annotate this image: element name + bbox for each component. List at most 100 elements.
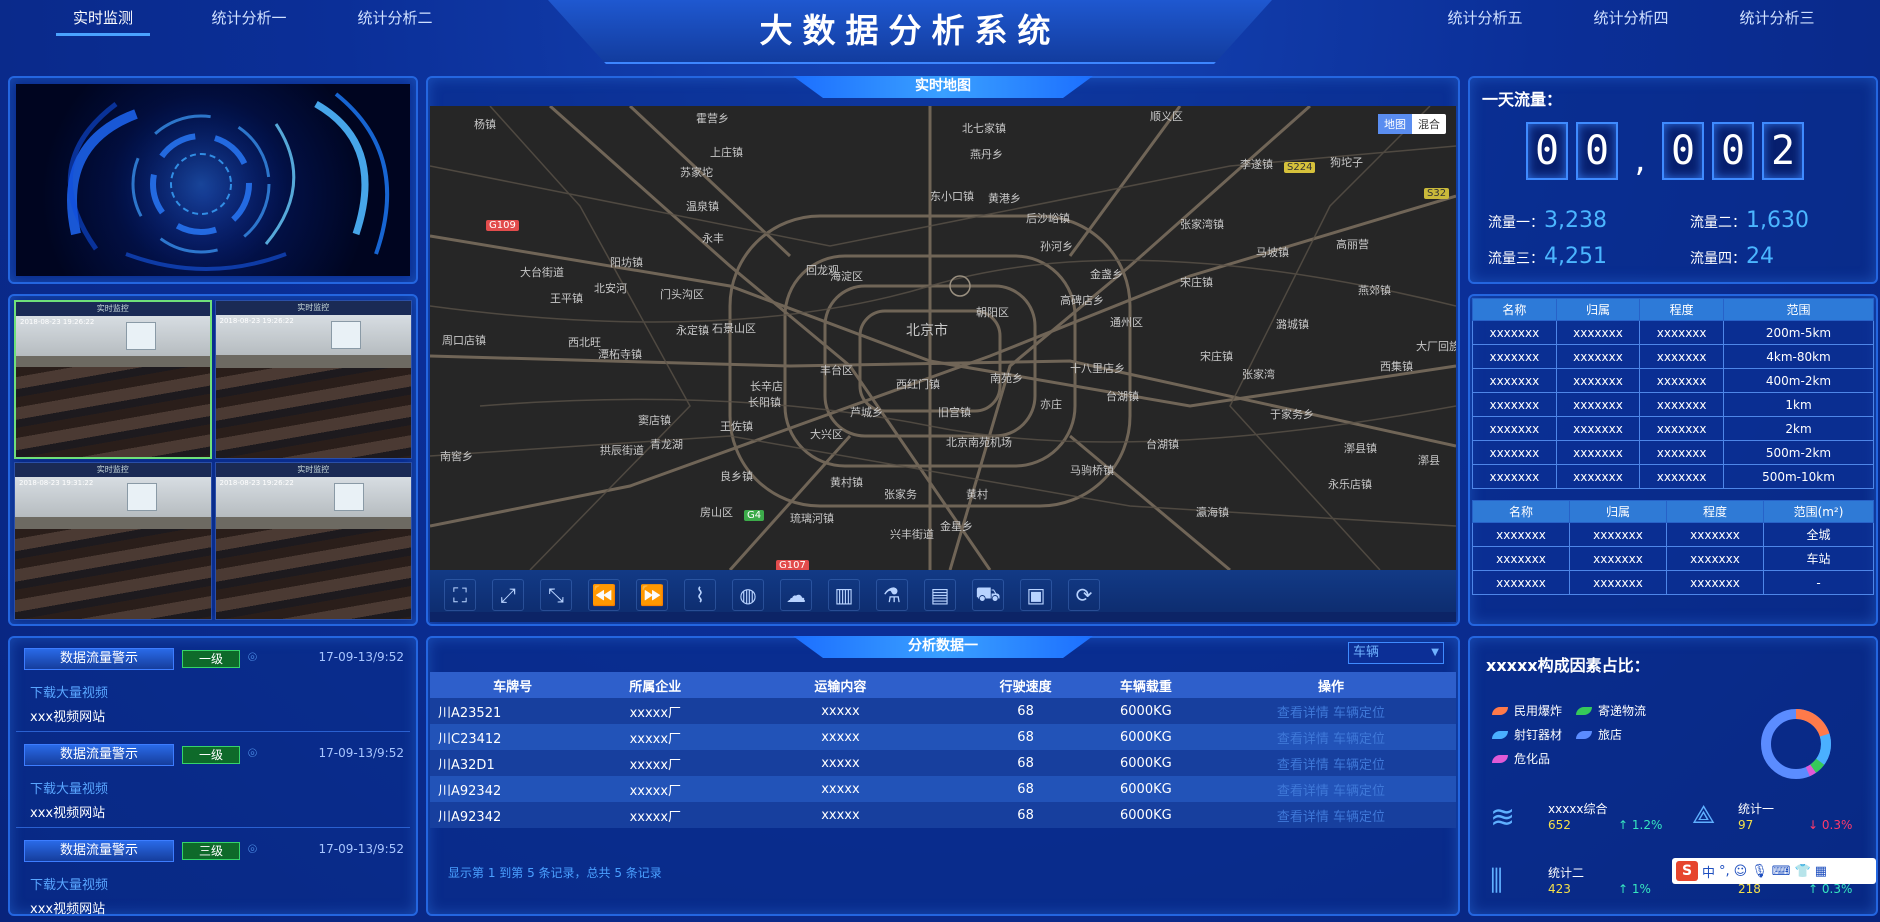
map-label: 潭柘寺镇: [598, 348, 642, 361]
nav-stats-4[interactable]: 统计分析四: [1558, 0, 1704, 36]
cell-speed: 68: [965, 698, 1086, 724]
col-load: 车辆载重: [1085, 672, 1206, 698]
map-label: 西北旺: [568, 336, 601, 349]
nav-stats-5[interactable]: 统计分析五: [1412, 0, 1558, 36]
map-label: 青龙湖: [650, 438, 683, 451]
alert-time: 17-09-13/9:52: [318, 746, 404, 760]
emoji-icon[interactable]: ☺: [1734, 864, 1748, 879]
alert-title-button[interactable]: 数据流量警示: [24, 840, 174, 862]
col-cargo: 运输内容: [715, 672, 966, 698]
table-row: 川C23412 xxxxx厂 xxxxx 68 6000KG 查看详情 车辆定位: [430, 724, 1456, 750]
building-icon[interactable]: ▥: [828, 579, 860, 611]
alert-title-button[interactable]: 数据流量警示: [24, 648, 174, 670]
rewind-icon[interactable]: ⏪: [588, 579, 620, 611]
camera-title: 实时监控: [215, 462, 411, 477]
dashboard: 实时监测 统计分析一 统计分析二 大数据分析系统 统计分析五 统计分析四 统计分…: [0, 0, 1880, 922]
cell: xxxxxxx: [1472, 416, 1557, 441]
route-icon[interactable]: ⌇: [684, 579, 716, 611]
cell: xxxxxxx: [1639, 392, 1724, 417]
digit: 0: [1576, 122, 1618, 180]
cell-action-link[interactable]: 查看详情 车辆定位: [1206, 802, 1456, 828]
map-label: 苏家坨: [680, 166, 713, 179]
map-scroll-strip[interactable]: [430, 612, 1456, 622]
map-label: 于家务乡: [1270, 408, 1314, 421]
cell: 400m-2km: [1723, 368, 1874, 393]
nav-stats-1[interactable]: 统计分析一: [176, 0, 322, 36]
city-icon[interactable]: ▤: [924, 579, 956, 611]
cell-action-link[interactable]: 查看详情 车辆定位: [1206, 698, 1456, 724]
kpi-change: ↓ 0.3%: [1808, 818, 1853, 832]
leaf-icon: [1492, 706, 1508, 715]
cell-action-link[interactable]: 查看详情 车辆定位: [1206, 750, 1456, 776]
ime-toolbar[interactable]: S 中 °, ☺ 🎙 ⌨ 👕 ▦: [1672, 858, 1876, 884]
skin-icon[interactable]: 👕: [1795, 864, 1811, 879]
fullscreen-icon[interactable]: ⛶: [444, 579, 476, 611]
vehicle-select[interactable]: 车辆 ▼: [1348, 642, 1444, 664]
vehicle-select-value: 车辆: [1353, 645, 1380, 660]
cloud-icon[interactable]: ☁: [780, 579, 812, 611]
layers-icon: ≋: [1490, 800, 1516, 835]
location-pin-icon[interactable]: ⌾: [248, 744, 262, 762]
cell: xxxxxxx: [1555, 464, 1641, 489]
legend-item: 危化品: [1492, 750, 1550, 767]
swirl-graphic: [67, 92, 390, 274]
camera-feed-4[interactable]: 实时监控 2018-08-23 19:26:22: [214, 461, 412, 620]
stat-label: 流量四：: [1690, 251, 1746, 267]
alert-site: xxx视频网站: [30, 806, 106, 821]
range-table-1: 名称 归属 程度 范围 xxxxxxx xxxxxxx xxxxxxx 200m-5km x…: [1472, 298, 1874, 489]
alert-level-badge: 一级: [182, 650, 240, 668]
map-label: 上庄镇: [710, 146, 743, 159]
chart-window-icon[interactable]: ▣: [1020, 579, 1052, 611]
cell: xxxxxxx: [1472, 320, 1557, 345]
forward-icon[interactable]: ⏩: [636, 579, 668, 611]
flow-title: 一天流量：: [1482, 90, 1563, 109]
camera-feed-2[interactable]: 实时监控 2018-08-23 19:26:22: [214, 300, 412, 459]
shrink-icon[interactable]: ⤡: [540, 579, 572, 611]
ime-mode-label[interactable]: 中: [1702, 862, 1715, 881]
nav-stats-2[interactable]: 统计分析二: [322, 0, 468, 36]
truck-icon[interactable]: ⛟: [972, 579, 1004, 611]
alert-link[interactable]: 下载大量视频: [30, 682, 108, 701]
toolbox-icon[interactable]: ▦: [1815, 864, 1827, 879]
expand-icon[interactable]: ⤢: [492, 579, 524, 611]
cell: 车站: [1763, 546, 1874, 571]
vehicle-table-wrap: 车牌号 所属企业 运输内容 行驶速度 车辆载重 操作 川A23521 xxxxx厂…: [430, 672, 1456, 828]
alert-link[interactable]: 下载大量视频: [30, 874, 108, 893]
punctuation-icon[interactable]: °,: [1719, 864, 1730, 879]
hybrid-mode-button[interactable]: 混合: [1412, 114, 1446, 134]
keyboard-icon[interactable]: ⌨: [1772, 864, 1791, 879]
map-label: 长辛店: [750, 380, 783, 393]
kpi-change-value: 0.3%: [1821, 882, 1853, 896]
camera-feed-3[interactable]: 实时监控 2018-08-23 19:31:22: [14, 461, 212, 620]
kpi-value: 423: [1548, 882, 1571, 896]
flask-icon[interactable]: ⚗: [876, 579, 908, 611]
map-view[interactable]: 杨镇 顺义区 北七家镇 燕丹乡 霍营乡 上庄镇 苏家坨 温泉镇 东小口镇 黄港乡…: [430, 106, 1456, 570]
alert-link[interactable]: 下载大量视频: [30, 778, 108, 797]
cell: xxxxxxx: [1472, 344, 1557, 369]
cell-action-link[interactable]: 查看详情 车辆定位: [1206, 724, 1456, 750]
location-pin-icon[interactable]: ⌾: [248, 840, 262, 858]
road-badge: S32: [1424, 188, 1450, 199]
map-label: 宋庄镇: [1180, 276, 1213, 289]
nav-stats-3[interactable]: 统计分析三: [1704, 0, 1850, 36]
map-mode-button[interactable]: 地图: [1378, 114, 1412, 134]
cell: 1km: [1723, 392, 1874, 417]
range-tables-panel: 名称 归属 程度 范围 xxxxxxx xxxxxxx xxxxxxx 200m-5km x…: [1468, 294, 1878, 626]
map-label: 孙河乡: [1040, 240, 1073, 253]
location-pin-icon[interactable]: ⌾: [248, 648, 262, 666]
alert-title-button[interactable]: 数据流量警示: [24, 744, 174, 766]
cell-action-link[interactable]: 查看详情 车辆定位: [1206, 776, 1456, 802]
cell-speed: 68: [965, 776, 1086, 802]
nav-realtime-monitor[interactable]: 实时监测: [30, 0, 176, 36]
stat-value: 4,251: [1544, 244, 1607, 269]
map-panel-title: 实时地图: [793, 76, 1093, 98]
table-row: xxxxxxx xxxxxxx xxxxxxx -: [1472, 570, 1874, 595]
globe-icon[interactable]: ◍: [732, 579, 764, 611]
table-row: xxxxxxx xxxxxxx xxxxxxx 400m-2km: [1472, 368, 1874, 393]
refresh-icon[interactable]: ⟳: [1068, 579, 1100, 611]
kpi-change-value: 1.2%: [1631, 818, 1663, 832]
range-table-1-wrap: 名称 归属 程度 范围 xxxxxxx xxxxxxx xxxxxxx 200m-5km x…: [1472, 298, 1874, 489]
cell-plate: 川A92342: [430, 802, 596, 828]
microphone-icon[interactable]: 🎙: [1751, 864, 1768, 879]
camera-feed-1[interactable]: 实时监控 2018-08-23 19:26:22: [14, 300, 212, 459]
